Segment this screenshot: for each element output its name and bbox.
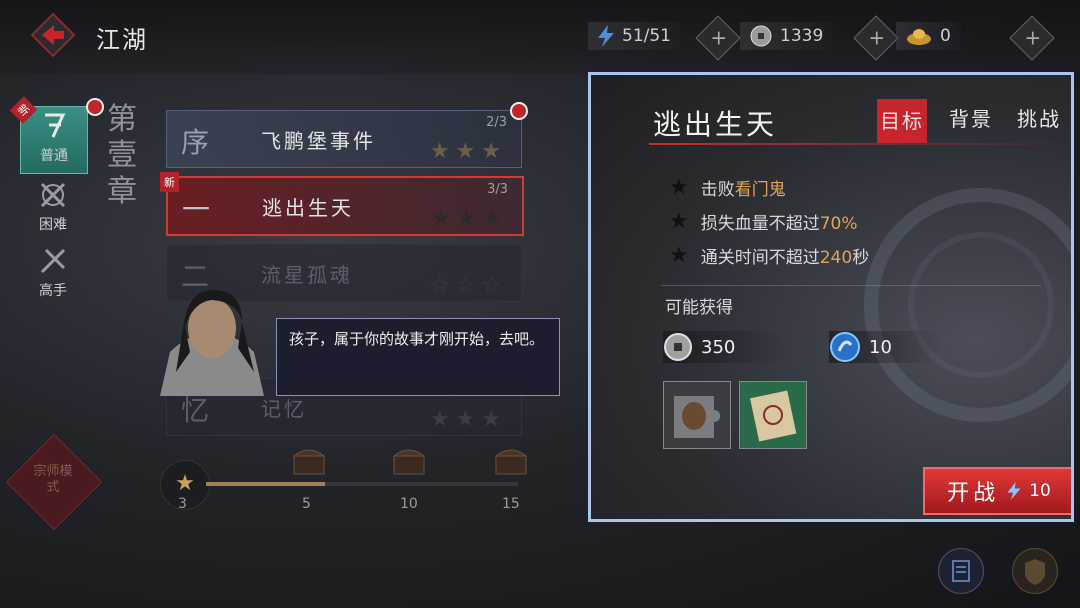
new-badge: 新 [160, 172, 179, 192]
level-progress: 3/3 [487, 182, 508, 197]
reward-orb: 10 [829, 331, 942, 363]
objective-highlight: 70% [819, 214, 858, 234]
tab-hard[interactable]: 困难 [20, 180, 86, 236]
level-item-prologue[interactable]: 序 飞鹏堡事件 2/3 ★★★ [166, 110, 522, 168]
rewards-label: 可能获得 [665, 298, 733, 318]
milestone-label: 15 [502, 496, 520, 512]
tab-challenge[interactable]: 挑战 [1017, 103, 1061, 132]
level-name: 飞鹏堡事件 [261, 129, 376, 153]
level-number: 一 [182, 193, 211, 226]
start-battle-cost: 10 [1029, 481, 1051, 501]
master-difficulty-icon [40, 248, 66, 274]
plus-icon: + [710, 25, 728, 50]
gold-ingot-icon [907, 29, 931, 45]
level-progress: 2/3 [486, 115, 507, 130]
stamina-display: 51/51 [588, 22, 681, 50]
silver-coin-icon [664, 333, 692, 361]
current-stars: 3 [178, 496, 187, 512]
objective-3: ★ 通关时间不超过240秒 [669, 243, 869, 268]
silver-value: 1339 [780, 26, 824, 46]
back-arrow-icon [30, 12, 76, 58]
reward-chest-10[interactable] [392, 446, 426, 476]
blue-orb-icon [830, 332, 860, 362]
star-icon: ★ [669, 243, 689, 268]
stamina-icon [1007, 482, 1021, 500]
objective-suffix: 秒 [852, 248, 870, 268]
silver-coin-icon [750, 25, 772, 47]
objective-text: 击败 [700, 180, 735, 200]
objective-highlight: 看门鬼 [734, 180, 786, 200]
document-icon [952, 560, 970, 582]
objective-highlight: 240 [819, 248, 853, 268]
dialog-text: 孩子，属于你的故事才刚开始，去吧。 [289, 330, 545, 348]
reward-silver-value: 350 [701, 336, 736, 358]
level-stars: ★★★ [430, 206, 508, 231]
tab-hard-label: 困难 [39, 217, 67, 233]
gold-display: 0 [896, 22, 961, 50]
tab-background[interactable]: 背景 [949, 103, 993, 132]
gold-value: 0 [940, 26, 951, 46]
silver-display: 1339 [740, 22, 834, 50]
objective-2: ★ 损失血量不超过70% [669, 209, 858, 234]
reward-chest-5[interactable] [292, 446, 326, 476]
objective-1: ★ 击败看门鬼 [669, 175, 786, 200]
log-button[interactable] [938, 548, 984, 594]
notification-dot [510, 102, 528, 120]
scroll-item-icon [750, 390, 797, 442]
page-title: 江湖 [96, 26, 148, 54]
npc-portrait [150, 282, 274, 396]
reward-item-jar[interactable] [663, 381, 731, 449]
hard-difficulty-icon [40, 182, 66, 208]
progress-fill [206, 482, 325, 486]
grandmaster-mode-label: 宗师模式 [33, 464, 73, 495]
panel-title: 逃出生天 [653, 108, 778, 141]
back-button[interactable] [30, 12, 76, 58]
dialog-box: 孩子，属于你的故事才刚开始，去吧。 [276, 318, 560, 396]
reward-chest-15[interactable] [494, 446, 528, 476]
chest-icon [392, 449, 426, 475]
star-icon: ★ [669, 209, 689, 234]
chest-icon [494, 449, 528, 475]
stamina-icon [598, 25, 614, 47]
reward-item-scroll[interactable] [739, 381, 807, 449]
tab-normal-label: 普通 [40, 148, 68, 164]
plus-icon: + [1024, 25, 1042, 50]
tab-master[interactable]: 高手 [20, 246, 86, 302]
plus-icon: + [868, 25, 886, 50]
level-name: 逃出生天 [262, 196, 354, 220]
tab-goal[interactable]: 目标 [877, 99, 927, 143]
level-name: 流星孤魂 [261, 263, 353, 287]
tab-master-label: 高手 [39, 283, 67, 299]
milestone-label: 5 [302, 496, 311, 512]
divider [661, 285, 1041, 286]
decorative-emblem-icon [864, 188, 1071, 422]
start-battle-label: 开战 [947, 481, 1000, 506]
notification-dot [86, 98, 104, 116]
chapter-label: 第壹章 [107, 102, 137, 209]
level-item-1[interactable]: 一 逃出生天 3/3 ★★★ [166, 176, 524, 236]
level-name: 记忆 [261, 397, 307, 421]
level-stars: ★★★ [429, 139, 507, 164]
reward-silver: 350 [663, 331, 786, 363]
objective-text: 通关时间不超过 [700, 248, 820, 268]
chest-icon [292, 449, 326, 475]
level-detail-panel: 逃出生天 目标 背景 挑战 ★ 击败看门鬼 ★ 损失血量不超过70% ★ 通关时… [588, 72, 1074, 522]
level-stars: ☆☆☆ [429, 273, 507, 298]
shield-button[interactable] [1012, 548, 1058, 594]
objective-text: 损失血量不超过 [700, 214, 820, 234]
level-number: 序 [181, 126, 210, 159]
shield-icon [1025, 559, 1045, 585]
reward-orb-value: 10 [869, 336, 892, 358]
stamina-value: 51/51 [622, 26, 671, 46]
jar-puzzle-item-icon [674, 396, 720, 438]
star-icon: ★ [669, 175, 689, 200]
title-underline [649, 143, 1069, 145]
normal-difficulty-icon [45, 113, 66, 138]
level-stars: ★★★ [429, 407, 507, 432]
milestone-label: 10 [400, 496, 418, 512]
tab-goal-label: 目标 [880, 109, 924, 133]
start-battle-button[interactable]: 开战 10 [923, 467, 1071, 515]
